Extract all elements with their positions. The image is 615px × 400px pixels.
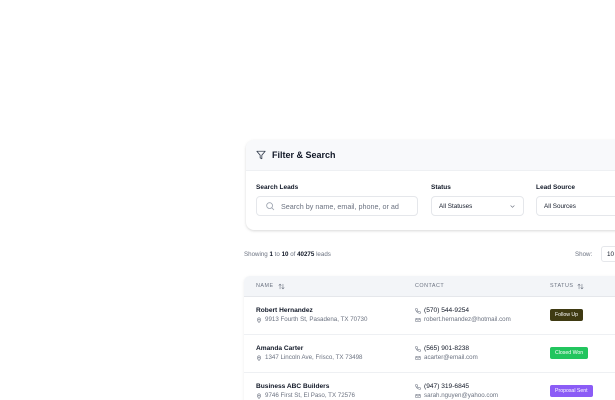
phone-icon xyxy=(415,345,421,352)
status-badge: Proposal Sent xyxy=(550,385,593,397)
lead-address: 9746 First St, El Paso, TX 72576 xyxy=(256,391,355,400)
lead-source-label: Lead Source xyxy=(536,184,576,191)
filter-header: Filter & Search xyxy=(246,140,615,171)
lead-email: sarah.nguyen@yahoo.com xyxy=(415,391,498,400)
table-header: NAME CONTACT STATUS xyxy=(244,276,615,297)
map-pin-icon xyxy=(256,355,262,361)
filter-icon xyxy=(256,150,266,160)
phone-icon xyxy=(415,307,421,314)
sort-icon xyxy=(578,283,584,289)
results-suffix: leads xyxy=(316,251,331,258)
mail-icon xyxy=(415,317,421,322)
lead-phone: (565) 901-8238 xyxy=(415,344,478,353)
lead-name: Amanda Carter xyxy=(256,345,304,352)
lead-email: robert.hernandez@hotmail.com xyxy=(415,315,511,324)
results-summary: Showing 1 to 10 of 40275 leads xyxy=(244,251,331,258)
column-header-name-label: NAME xyxy=(256,283,274,289)
search-leads-label: Search Leads xyxy=(256,184,299,191)
leads-table: NAME CONTACT STATUS Robert Hernandez 991… xyxy=(244,276,615,400)
showing-prefix: Showing xyxy=(244,251,268,258)
status-badge: Follow Up xyxy=(550,309,584,321)
status-select-value: All Statuses xyxy=(439,202,473,210)
mail-icon xyxy=(415,355,421,360)
lead-email-text: acarter@email.com xyxy=(424,354,478,361)
lead-name: Business ABC Builders xyxy=(256,383,330,390)
lead-address: 9913 Fourth St, Pasadena, TX 70730 xyxy=(256,315,367,324)
of-word: of xyxy=(290,251,296,258)
lead-email: acarter@email.com xyxy=(415,353,478,362)
phone-icon xyxy=(415,383,421,390)
filter-title: Filter & Search xyxy=(272,150,336,160)
column-header-name[interactable]: NAME xyxy=(256,276,285,296)
filter-search-card: Filter & Search Search Leads Status All … xyxy=(246,140,615,230)
lead-source-select-value: All Sources xyxy=(544,202,576,210)
table-row[interactable]: Robert Hernandez 9913 Fourth St, Pasaden… xyxy=(244,297,615,335)
search-input[interactable] xyxy=(281,201,411,211)
results-to: 10 xyxy=(281,251,289,258)
lead-phone-text: (947) 319-6845 xyxy=(424,383,470,390)
page-size-value: 10 xyxy=(607,250,615,258)
status-badge: Closed Won xyxy=(550,347,589,359)
map-pin-icon xyxy=(256,317,262,323)
show-label: Show: xyxy=(575,251,593,258)
to-word: to xyxy=(274,251,280,258)
results-from: 1 xyxy=(269,251,273,258)
lead-name-cell: Business ABC Builders 9746 First St, El … xyxy=(256,382,355,400)
results-total: 40275 xyxy=(297,251,315,258)
column-header-status-label: STATUS xyxy=(550,283,574,289)
page-size-select[interactable]: 10 xyxy=(601,246,615,262)
lead-contact-cell: (947) 319-6845 sarah.nguyen@yahoo.com xyxy=(415,382,498,400)
lead-source-select[interactable]: All Sources xyxy=(536,196,615,216)
lead-email-text: sarah.nguyen@yahoo.com xyxy=(424,392,499,399)
table-row[interactable]: Business ABC Builders 9746 First St, El … xyxy=(244,373,615,400)
lead-address-text: 9913 Fourth St, Pasadena, TX 70730 xyxy=(265,316,368,323)
column-header-contact-label: CONTACT xyxy=(415,283,445,289)
lead-name-cell: Robert Hernandez 9913 Fourth St, Pasaden… xyxy=(256,306,367,324)
column-header-contact: CONTACT xyxy=(415,276,444,296)
lead-phone: (947) 319-6845 xyxy=(415,382,498,391)
lead-phone-text: (565) 901-8238 xyxy=(424,345,470,352)
search-input-wrapper[interactable] xyxy=(256,196,418,216)
leads-page: Filter & Search Search Leads Status All … xyxy=(0,0,615,400)
lead-name: Robert Hernandez xyxy=(256,307,313,314)
column-header-status[interactable]: STATUS xyxy=(550,276,584,296)
lead-name-cell: Amanda Carter 1347 Lincoln Ave, Frisco, … xyxy=(256,344,362,362)
search-icon xyxy=(266,202,275,211)
status-label: Status xyxy=(431,184,451,191)
lead-contact-cell: (565) 901-8238 acarter@email.com xyxy=(415,344,478,362)
lead-phone: (570) 544-9254 xyxy=(415,306,511,315)
sort-icon xyxy=(278,283,284,289)
chevron-down-icon xyxy=(510,204,515,208)
table-row[interactable]: Amanda Carter 1347 Lincoln Ave, Frisco, … xyxy=(244,335,615,373)
lead-email-text: robert.hernandez@hotmail.com xyxy=(424,316,511,323)
status-select[interactable]: All Statuses xyxy=(431,196,524,216)
lead-phone-text: (570) 544-9254 xyxy=(424,307,470,314)
lead-address-text: 1347 Lincoln Ave, Frisco, TX 73498 xyxy=(265,354,363,361)
lead-contact-cell: (570) 544-9254 robert.hernandez@hotmail.… xyxy=(415,306,511,324)
lead-address-text: 9746 First St, El Paso, TX 72576 xyxy=(265,392,355,399)
map-pin-icon xyxy=(256,393,262,399)
mail-icon xyxy=(415,393,421,398)
lead-address: 1347 Lincoln Ave, Frisco, TX 73498 xyxy=(256,353,362,362)
